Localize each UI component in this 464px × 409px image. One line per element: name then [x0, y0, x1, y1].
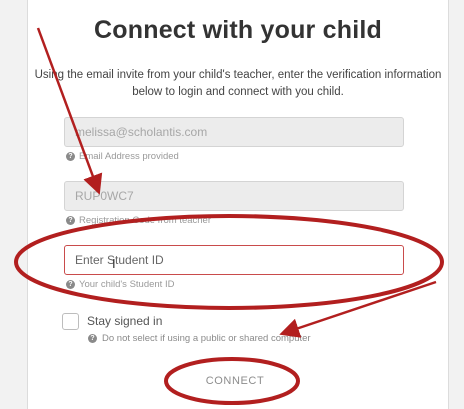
help-icon: ?	[66, 280, 75, 289]
registration-hint: ? Registration Code from teacher	[66, 215, 211, 226]
text-cursor-icon: I	[112, 256, 116, 271]
page-title: Connect with your child	[94, 16, 382, 44]
help-icon: ?	[66, 152, 75, 161]
registration-code-field[interactable]	[64, 181, 404, 211]
student-id-hint: ? Your child's Student ID	[66, 279, 174, 290]
help-icon: ?	[66, 216, 75, 225]
email-hint-text: Email Address provided	[79, 151, 179, 162]
email-hint: ? Email Address provided	[66, 151, 179, 162]
screenshot-stage: Connect with your child Using the email …	[0, 0, 464, 409]
stay-signed-in-checkbox[interactable]	[62, 313, 79, 330]
help-icon: ?	[88, 334, 97, 343]
stay-signed-in-hint-text: Do not select if using a public or share…	[102, 333, 311, 344]
email-field[interactable]	[64, 117, 404, 147]
connect-button[interactable]: CONNECT	[180, 369, 290, 393]
stay-signed-in-hint: ? Do not select if using a public or sha…	[88, 333, 311, 344]
registration-hint-text: Registration Code from teacher	[79, 215, 212, 226]
connect-form-card: Connect with your child Using the email …	[27, 0, 449, 409]
stay-signed-in-label[interactable]: Stay signed in	[87, 314, 162, 328]
intro-text: Using the email invite from your child's…	[34, 69, 442, 98]
student-id-hint-text: Your child's Student ID	[79, 279, 175, 290]
